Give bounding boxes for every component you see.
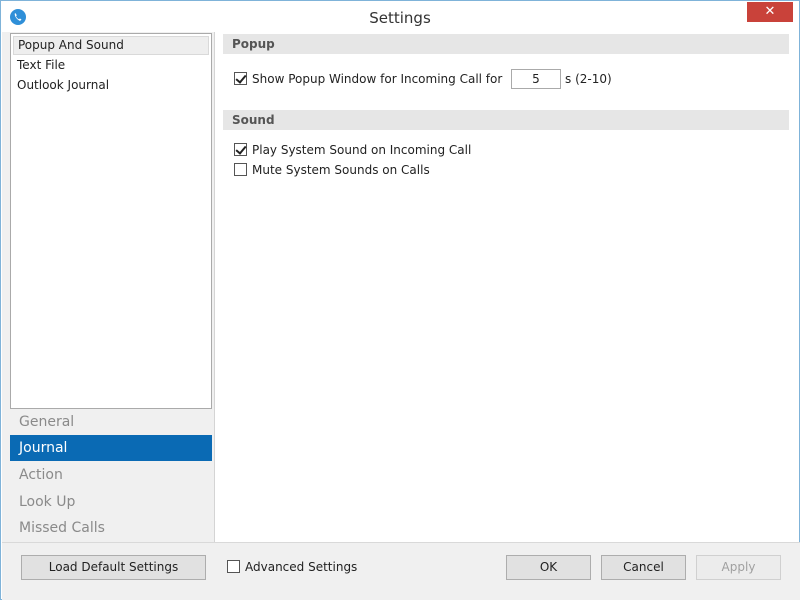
category-look-up[interactable]: Look Up xyxy=(10,489,212,515)
apply-button[interactable]: Apply xyxy=(696,555,781,580)
category-missed-calls[interactable]: Missed Calls xyxy=(10,515,212,541)
ok-button[interactable]: OK xyxy=(506,555,591,580)
play-sound-row[interactable]: Play System Sound on Incoming Call xyxy=(234,141,471,159)
mute-sounds-checkbox[interactable] xyxy=(234,163,247,176)
mute-sounds-row[interactable]: Mute System Sounds on Calls xyxy=(234,161,430,179)
subpage-item-popup-and-sound[interactable]: Popup And Sound xyxy=(13,36,209,55)
settings-window: Settings ✕ Popup And Sound Text File Out… xyxy=(0,0,800,600)
show-popup-row[interactable]: Show Popup Window for Incoming Call for xyxy=(234,70,502,88)
advanced-settings-checkbox[interactable] xyxy=(227,560,240,573)
category-action[interactable]: Action xyxy=(10,462,212,488)
load-default-settings-button[interactable]: Load Default Settings xyxy=(21,555,206,580)
left-navigation: Popup And Sound Text File Outlook Journa… xyxy=(2,32,215,542)
section-header-popup: Popup xyxy=(223,34,789,54)
close-button[interactable]: ✕ xyxy=(747,2,793,22)
cancel-button[interactable]: Cancel xyxy=(601,555,686,580)
subpage-item-text-file[interactable]: Text File xyxy=(13,56,209,75)
subpage-item-outlook-journal[interactable]: Outlook Journal xyxy=(13,76,209,95)
section-header-sound: Sound xyxy=(223,110,789,130)
category-general[interactable]: General xyxy=(10,409,212,435)
advanced-settings-label: Advanced Settings xyxy=(245,560,358,574)
window-title: Settings xyxy=(369,9,431,27)
category-journal[interactable]: Journal xyxy=(10,435,212,461)
show-popup-label: Show Popup Window for Incoming Call for xyxy=(252,72,503,86)
seconds-range-label: s (2-10) xyxy=(565,72,612,86)
play-sound-label: Play System Sound on Incoming Call xyxy=(252,143,472,157)
title-bar: Settings ✕ xyxy=(1,1,799,32)
settings-pane: Popup Show Popup Window for Incoming Cal… xyxy=(216,32,799,542)
mute-sounds-label: Mute System Sounds on Calls xyxy=(252,163,430,177)
play-sound-checkbox[interactable] xyxy=(234,143,247,156)
close-icon: ✕ xyxy=(764,4,776,19)
show-popup-checkbox[interactable] xyxy=(234,72,247,85)
subpage-list[interactable]: Popup And Sound Text File Outlook Journa… xyxy=(10,33,212,409)
popup-seconds-input[interactable]: 5 xyxy=(511,69,561,89)
advanced-settings-row[interactable]: Advanced Settings xyxy=(227,558,357,576)
dialog-footer: Load Default Settings Advanced Settings … xyxy=(2,542,800,600)
